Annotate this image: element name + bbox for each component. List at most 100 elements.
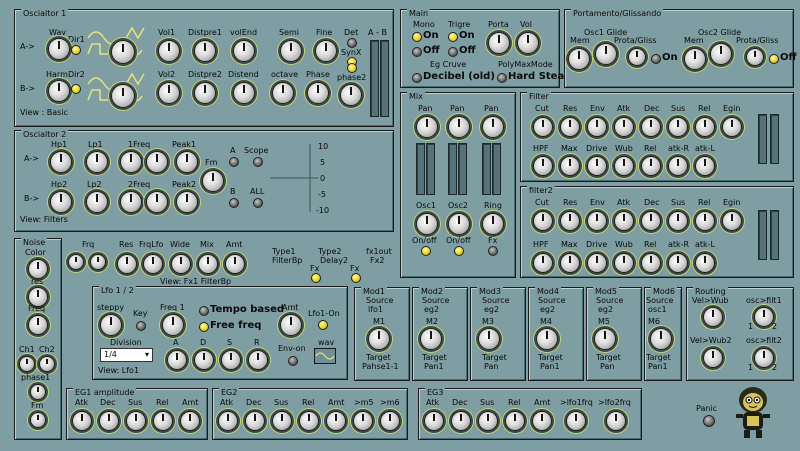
pan1-knob[interactable] [416, 116, 438, 138]
distpre1-knob[interactable] [194, 40, 216, 62]
filter-cut-knob[interactable] [533, 117, 553, 137]
porta-on-led[interactable] [651, 54, 661, 64]
eg2-sus-knob[interactable] [272, 411, 292, 431]
hp2-knob[interactable] [50, 191, 72, 213]
filter2-wub-knob[interactable] [614, 253, 634, 273]
eg1-sus-knob[interactable] [126, 411, 146, 431]
eg1-atk-knob[interactable] [72, 411, 92, 431]
dir1-led[interactable] [71, 45, 81, 55]
noise-ch2-knob[interactable] [39, 356, 55, 372]
mod2-amount-knob[interactable] [420, 328, 442, 350]
phase2-knob[interactable] [340, 84, 362, 106]
scope-led[interactable] [253, 157, 263, 167]
distpre2-knob[interactable] [194, 82, 216, 104]
peak2-knob[interactable] [176, 191, 198, 213]
eg3-atk-knob[interactable] [424, 411, 444, 431]
mod2-source-value[interactable]: eg2 [424, 305, 439, 314]
filter-rel-knob[interactable] [695, 117, 715, 137]
filter2-egin-knob[interactable] [722, 211, 742, 231]
pan3-knob[interactable] [482, 116, 504, 138]
fx1-frq-coarse-knob[interactable] [68, 254, 84, 270]
mix-ring-knob[interactable] [482, 213, 504, 235]
mix-fx-led[interactable] [488, 246, 498, 256]
mod3-amount-knob[interactable] [478, 328, 500, 350]
eg1-dec-knob[interactable] [99, 411, 119, 431]
phase2-led[interactable] [347, 63, 357, 73]
freq2-fine-knob[interactable] [146, 191, 168, 213]
eg2-dec-knob[interactable] [245, 411, 265, 431]
filter-atkl-knob[interactable] [695, 156, 715, 176]
filter-drive-knob[interactable] [587, 156, 607, 176]
noise-color-knob[interactable] [28, 259, 48, 279]
mod3-target-value[interactable]: Pan [484, 362, 498, 371]
filter-res-knob[interactable] [560, 117, 580, 137]
filter-hpf-knob[interactable] [533, 156, 553, 176]
hardstea-led[interactable] [497, 73, 507, 83]
semi-knob[interactable] [280, 40, 302, 62]
fx1-wide-knob[interactable] [171, 254, 191, 274]
lfo-r-knob[interactable] [248, 350, 268, 370]
eg2-atk-knob[interactable] [218, 411, 238, 431]
freq1-coarse-knob[interactable] [120, 151, 142, 173]
osc2-a-led[interactable] [229, 157, 239, 167]
eg2-m6-knob[interactable] [380, 411, 400, 431]
osc2glide-knob[interactable] [710, 43, 732, 65]
filter2-drive-knob[interactable] [587, 253, 607, 273]
routing-velwub-knob[interactable] [703, 307, 723, 327]
filter2-dec-knob[interactable] [641, 211, 661, 231]
filter2-env-knob[interactable] [587, 211, 607, 231]
mem2-knob[interactable] [684, 48, 706, 70]
noise-phase1-knob[interactable] [30, 384, 46, 400]
mix-osc1-knob[interactable] [416, 213, 438, 235]
lfo-freq1-knob[interactable] [162, 314, 184, 336]
fx1-view-label[interactable]: View: Fx1 FilterBp [160, 277, 231, 286]
hp1-knob[interactable] [50, 151, 72, 173]
panic-button[interactable] [703, 415, 715, 427]
filter-rel2-knob[interactable] [641, 156, 661, 176]
mod1-amount-knob[interactable] [368, 328, 390, 350]
mod5-source-value[interactable]: eg2 [598, 305, 613, 314]
volend-knob[interactable] [233, 40, 255, 62]
lp2-knob[interactable] [86, 191, 108, 213]
eg3-amt-knob[interactable] [532, 411, 552, 431]
noise-ch1-knob[interactable] [19, 356, 35, 372]
freq2-coarse-knob[interactable] [120, 191, 142, 213]
noise-fm-knob[interactable] [30, 412, 46, 428]
lfo-d-knob[interactable] [194, 350, 214, 370]
osc2-fm-knob[interactable] [202, 170, 224, 192]
filter2-rel2-knob[interactable] [641, 253, 661, 273]
eg3-dec-knob[interactable] [451, 411, 471, 431]
mono-on-led[interactable] [412, 32, 422, 42]
filter2-res-knob[interactable] [560, 211, 580, 231]
filter-env-knob[interactable] [587, 117, 607, 137]
vol1-knob[interactable] [158, 40, 180, 62]
filter2-sus-knob[interactable] [668, 211, 688, 231]
lfo-amt-knob[interactable] [280, 314, 302, 336]
osc1glide-knob[interactable] [595, 43, 617, 65]
noise-freq-knob[interactable] [28, 315, 48, 335]
osc1-view-label[interactable]: View : Basic [20, 108, 68, 117]
filter-atk-knob[interactable] [614, 117, 634, 137]
mod6-source-value[interactable]: osc1 [648, 305, 667, 314]
eg3-sus-knob[interactable] [478, 411, 498, 431]
wav-knob[interactable] [48, 38, 70, 60]
eg3-rel-knob[interactable] [505, 411, 525, 431]
lfo-wave-icon[interactable] [314, 348, 336, 364]
porta-off-led[interactable] [769, 54, 779, 64]
all-led[interactable] [253, 198, 263, 208]
fx1-frq-fine-knob[interactable] [90, 254, 106, 270]
mod6-amount-knob[interactable] [650, 328, 672, 350]
filter2-cut-knob[interactable] [533, 211, 553, 231]
eg3-lfo1-knob[interactable] [566, 411, 586, 431]
routing-oscfilt1-knob[interactable] [754, 307, 774, 327]
fx-b-led[interactable] [351, 273, 361, 283]
trigre-on-led[interactable] [448, 32, 458, 42]
peak1-knob[interactable] [176, 151, 198, 173]
porta-knob[interactable] [488, 32, 510, 54]
freq1-fine-knob[interactable] [146, 151, 168, 173]
filter2-max-knob[interactable] [560, 253, 580, 273]
filter-max-knob[interactable] [560, 156, 580, 176]
lfo-a-knob[interactable] [167, 350, 187, 370]
octave-knob[interactable] [272, 82, 294, 104]
fx-delay2-label[interactable]: Delay2 [320, 256, 348, 265]
